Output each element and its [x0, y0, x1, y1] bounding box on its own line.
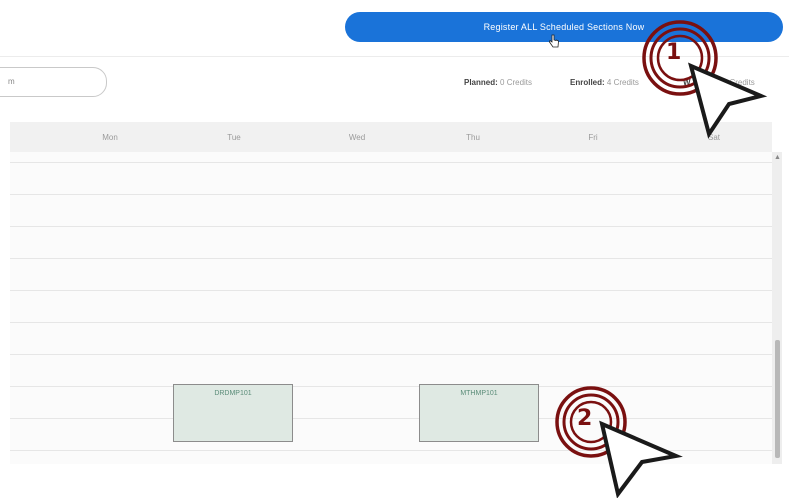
grid-line [10, 322, 772, 323]
grid-line [10, 258, 772, 259]
planned-value: 0 Credits [500, 78, 533, 87]
enrolled-label: Enrolled: [570, 78, 605, 87]
enrolled-credits: Enrolled: 4 Credits [570, 78, 639, 87]
planned-label: Planned: [464, 78, 498, 87]
grid-line [10, 226, 772, 227]
enrolled-value: 4 Credits [606, 78, 639, 87]
calendar-day-header: Mon Tue Wed Thu Fri Sat [10, 122, 772, 152]
day-tue: Tue [227, 133, 241, 142]
day-wed: Wed [348, 133, 366, 142]
arrow-pointer-icon [599, 420, 683, 498]
grid-line [10, 386, 772, 387]
grid-line [10, 162, 772, 163]
scrollbar-thumb[interactable] [775, 340, 780, 458]
planned-credits: Planned: 0 Credits [464, 78, 532, 87]
grid-line [10, 354, 772, 355]
calendar-event-thu[interactable]: MTHMP101 [419, 384, 539, 442]
scroll-up-icon[interactable]: ▲ [774, 154, 781, 161]
annotation-number: 1 [666, 40, 682, 65]
day-thu: Thu [466, 133, 480, 142]
hand-cursor-icon [549, 34, 559, 48]
grid-line [10, 290, 772, 291]
day-fri: Fri [588, 133, 598, 142]
grid-line [10, 194, 772, 195]
annotation-number: 2 [577, 406, 593, 431]
calendar-event-tue[interactable]: DRDMP101 [173, 384, 293, 442]
arrow-pointer-icon [688, 62, 768, 139]
calendar-scrollbar[interactable]: ▲ [772, 152, 782, 464]
term-selector[interactable]: m [0, 67, 107, 97]
day-mon: Mon [102, 133, 118, 142]
